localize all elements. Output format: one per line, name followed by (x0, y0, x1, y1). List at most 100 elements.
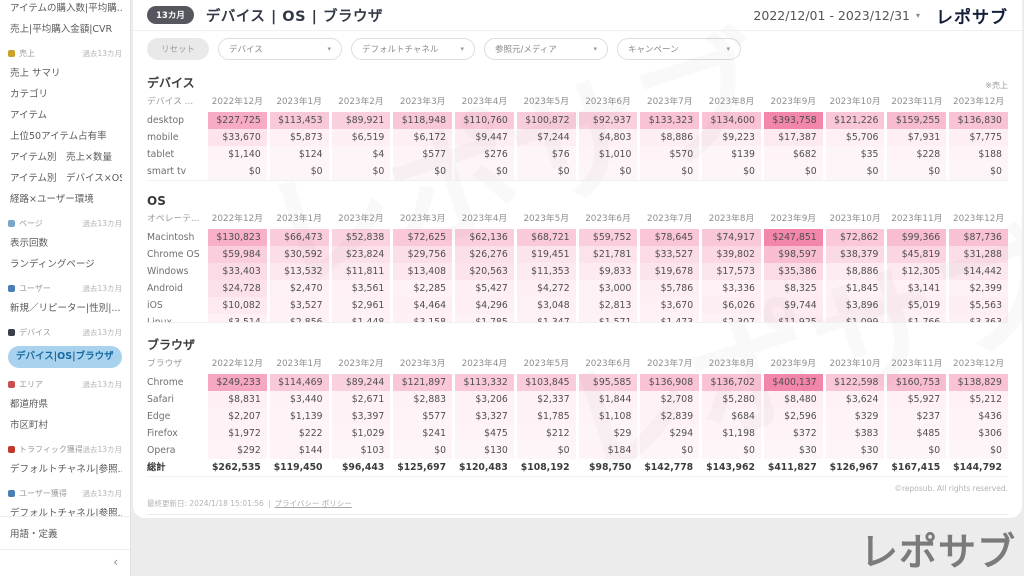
month-header: 2023年10月 (826, 355, 885, 374)
value-cell: $3,896 (826, 297, 885, 314)
value-cell: $98,597 (764, 246, 823, 263)
value-cell: $6,026 (702, 297, 761, 314)
section-period-meta: 過去13カ月 (82, 379, 122, 390)
sidebar-item[interactable]: 都道府県 (10, 398, 122, 412)
table-title: OS (147, 194, 166, 208)
chevron-down-icon[interactable]: ▾ (916, 11, 920, 20)
sidebar-item[interactable]: 売上 サマリ (10, 67, 122, 81)
value-cell: $5,212 (949, 391, 1008, 408)
value-cell: $17,573 (702, 263, 761, 280)
value-cell: $294 (640, 425, 699, 442)
value-cell: $12,305 (887, 263, 946, 280)
dropdown-label: 参照元/メディア (495, 43, 557, 55)
value-cell: $3,000 (579, 280, 638, 297)
value-cell: $8,480 (764, 391, 823, 408)
sidebar-item[interactable]: 上位50アイテム占有率 (10, 130, 122, 144)
value-cell: $78,645 (640, 229, 699, 246)
sidebar-item[interactable]: 市区町村 (10, 419, 122, 433)
value-cell: $72,625 (393, 229, 452, 246)
value-cell: $4 (332, 146, 391, 163)
value-cell: $9,223 (702, 129, 761, 146)
value-cell: $222 (270, 425, 329, 442)
sidebar-item-active[interactable]: デバイス|OS|ブラウザ (8, 346, 122, 368)
value-cell: $0 (517, 163, 576, 180)
sidebar-item[interactable]: アイテム別 売上×数量 (10, 151, 122, 165)
month-header: 2023年7月 (640, 93, 699, 112)
privacy-policy-link[interactable]: プライバシー ポリシー (274, 498, 351, 509)
sidebar-collapse-icon[interactable]: ‹ (0, 549, 130, 576)
value-cell: $13,408 (393, 263, 452, 280)
value-cell: $2,399 (949, 280, 1008, 297)
value-cell: $9,744 (764, 297, 823, 314)
value-cell: $400,137 (764, 374, 823, 391)
row-label: Chrome OS (147, 246, 205, 263)
value-cell: $76 (517, 146, 576, 163)
value-cell: $276 (455, 146, 514, 163)
period-badge: 13カ月 (147, 6, 194, 24)
sidebar-item[interactable]: 売上|平均購入金額|CVR (10, 23, 122, 37)
sidebar-item[interactable]: 新規／リピーター|性別|... (10, 302, 122, 316)
sidebar-item[interactable]: 表示回数 (10, 237, 122, 251)
value-cell: $241 (393, 425, 452, 442)
value-cell: $11,925 (764, 314, 823, 323)
filter-dropdown[interactable]: キャンペーン▾ (617, 38, 741, 60)
filter-dropdown[interactable]: デフォルトチャネル▾ (351, 38, 475, 60)
filter-dropdowns: デバイス▾ デフォルトチャネル▾ 参照元/メディア▾ キャンペーン▾ (218, 38, 741, 60)
value-cell: $1,140 (208, 146, 267, 163)
filter-dropdown[interactable]: 参照元/メディア▾ (484, 38, 608, 60)
value-cell: $160,753 (887, 374, 946, 391)
row-label: Linux (147, 314, 205, 323)
dropdown-label: キャンペーン (628, 43, 679, 55)
row-label: Android (147, 280, 205, 297)
value-cell: $0 (640, 163, 699, 180)
user-acq-icon (8, 490, 15, 497)
value-cell: $133,323 (640, 112, 699, 129)
value-cell: $4,464 (393, 297, 452, 314)
sidebar-item-glossary[interactable]: 用語・定義 (0, 516, 130, 549)
value-cell: $383 (826, 425, 885, 442)
value-cell: $121,897 (393, 374, 452, 391)
value-cell: $23,824 (332, 246, 391, 263)
value-cell: $329 (826, 408, 885, 425)
dropdown-label: デバイス (229, 43, 263, 55)
value-cell: $5,563 (949, 297, 1008, 314)
value-cell: $9,447 (455, 129, 514, 146)
sidebar-item[interactable]: デフォルトチャネル|参照... (10, 507, 122, 516)
value-cell: $62,136 (455, 229, 514, 246)
value-cell: $372 (764, 425, 823, 442)
table-title: デバイス (147, 74, 195, 91)
value-cell: $2,285 (393, 280, 452, 297)
total-value-cell: $167,415 (887, 459, 946, 476)
value-cell: $436 (949, 408, 1008, 425)
sidebar-section-header: 売上過去13カ月 (8, 47, 122, 59)
filter-dropdown[interactable]: デバイス▾ (218, 38, 342, 60)
month-header: 2023年9月 (764, 93, 823, 112)
sidebar-item[interactable]: 経路×ユーザー環境 (10, 193, 122, 207)
sidebar-item[interactable]: デフォルトチャネル|参照... (10, 463, 122, 477)
value-cell: $5,873 (270, 129, 329, 146)
value-cell: $4,296 (455, 297, 514, 314)
total-value-cell: $119,450 (270, 459, 329, 476)
section-label: 売上 (19, 48, 82, 59)
month-header: 2023年8月 (702, 93, 761, 112)
value-cell: $1,108 (579, 408, 638, 425)
sidebar-item[interactable]: アイテム別 デバイス×OS×... (10, 172, 122, 186)
value-cell: $17,387 (764, 129, 823, 146)
value-cell: $33,670 (208, 129, 267, 146)
sidebar-item[interactable]: アイテム (10, 109, 122, 123)
sidebar-item[interactable]: ランディングページ (10, 258, 122, 272)
value-cell: $227,725 (208, 112, 267, 129)
value-cell: $100,872 (517, 112, 576, 129)
sidebar-item[interactable]: カテゴリ (10, 88, 122, 102)
value-cell: $89,244 (332, 374, 391, 391)
row-label: Macintosh (147, 229, 205, 246)
month-header: 2022年12月 (208, 355, 267, 374)
value-cell: $0 (332, 163, 391, 180)
value-cell: $577 (393, 408, 452, 425)
sidebar-item[interactable]: アイテムの購入数|平均購... (10, 2, 122, 16)
last-updated-text: 最終更新日: 2024/1/18 15:01:56 (147, 498, 264, 509)
value-cell: $3,624 (826, 391, 885, 408)
date-range-selector[interactable]: 2022/12/01 - 2023/12/31 (753, 8, 910, 23)
reset-button[interactable]: リセット (147, 38, 209, 60)
value-cell: $87,736 (949, 229, 1008, 246)
